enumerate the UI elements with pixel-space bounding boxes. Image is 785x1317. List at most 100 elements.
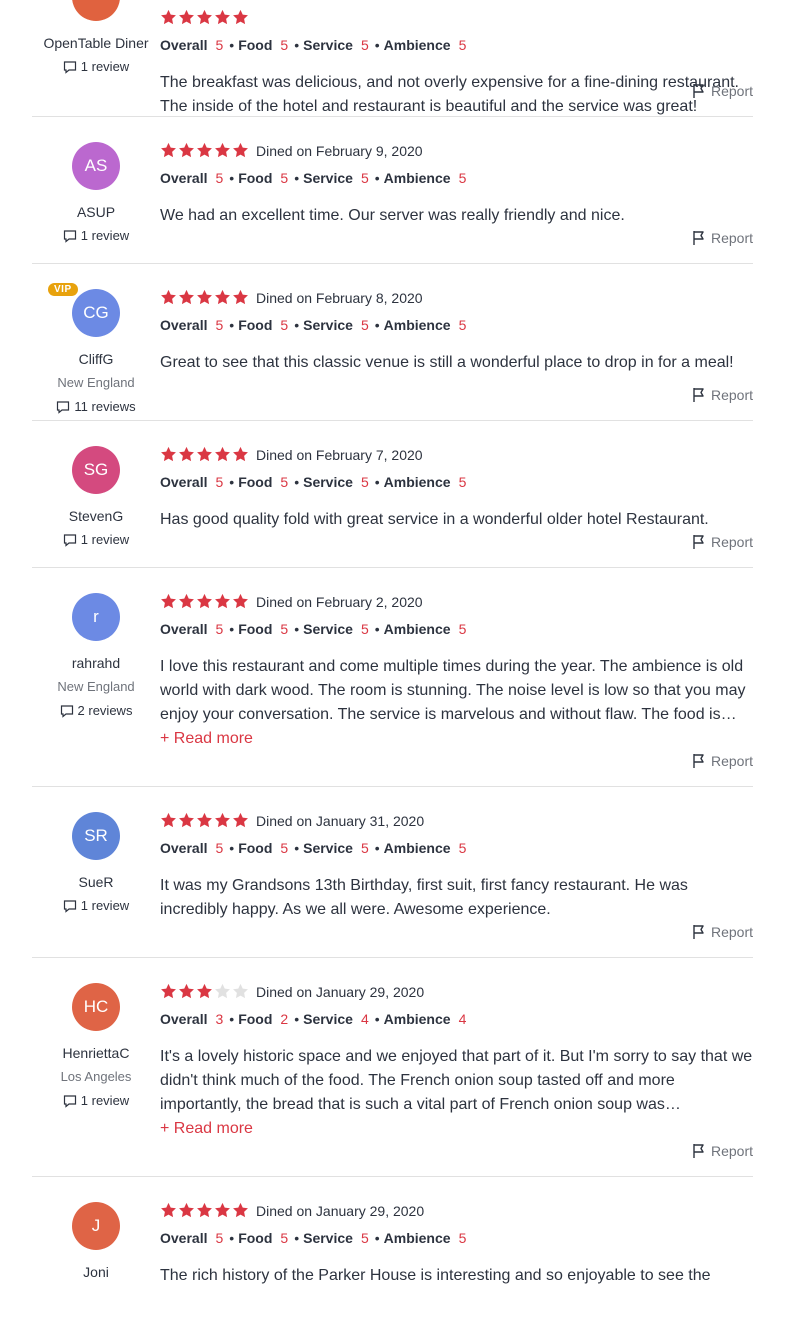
rating-breakdown: Overall 5 • Food 5 • Service 5 • Ambience 5 xyxy=(160,472,753,492)
separator: • xyxy=(374,840,380,856)
overall-value: 5 xyxy=(215,1230,224,1246)
separator: • xyxy=(229,1230,235,1246)
star-icon xyxy=(215,446,230,462)
food-label: Food xyxy=(238,1230,273,1246)
report-button[interactable]: Report xyxy=(691,228,753,248)
reviewer-info: OpenTable Diner 1 review xyxy=(32,0,160,77)
reviewer-info: HC HenriettaC Los Angeles 1 review xyxy=(32,983,160,1111)
review-text: Great to see that this classic venue is … xyxy=(160,354,734,371)
star-icon xyxy=(215,1202,230,1218)
star-icon xyxy=(233,1202,248,1218)
star-icon xyxy=(161,446,176,462)
star-icon xyxy=(179,9,194,25)
star-icon xyxy=(179,1202,194,1218)
review-card: SR SueR 1 review Dined on January 31, 2020 O… xyxy=(32,787,753,958)
overall-label: Overall xyxy=(160,1011,208,1027)
report-button[interactable]: Report xyxy=(691,532,753,552)
separator: • xyxy=(229,1011,235,1027)
star-icon xyxy=(215,983,230,999)
star-icon xyxy=(233,289,248,305)
separator: • xyxy=(374,37,380,53)
overall-label: Overall xyxy=(160,317,208,333)
avatar[interactable] xyxy=(72,0,120,21)
service-label: Service xyxy=(303,170,353,186)
report-button[interactable]: Report xyxy=(691,922,753,942)
review-text: The breakfast was delicious, and not ove… xyxy=(160,74,739,115)
reviewer-name: OpenTable Diner xyxy=(43,35,149,51)
reviewer-info: CG VIP CliffG New England 11 reviews xyxy=(32,283,160,417)
star-icon xyxy=(161,9,176,25)
vip-badge: VIP xyxy=(48,283,78,296)
avatar[interactable]: SG xyxy=(72,446,120,494)
review-body: Dined on February 9, 2020 Overall 5 • Food 5 •… xyxy=(160,141,753,228)
separator: • xyxy=(229,621,235,637)
star-rating xyxy=(160,445,250,465)
read-more-link[interactable]: + Read more xyxy=(160,727,753,751)
separator: • xyxy=(294,317,300,333)
star-icon xyxy=(233,9,248,25)
reviewer-name: SueR xyxy=(78,874,114,890)
star-icon xyxy=(215,812,230,828)
overall-label: Overall xyxy=(160,1230,208,1246)
ambience-value: 5 xyxy=(458,317,467,333)
star-icon xyxy=(197,289,212,305)
avatar[interactable]: AS xyxy=(72,142,120,190)
star-icon xyxy=(161,289,176,305)
report-button[interactable]: Report xyxy=(691,751,753,771)
review-count: 1 review xyxy=(32,896,160,916)
reviewer-location: New England xyxy=(57,375,135,390)
flag-icon xyxy=(691,1143,711,1159)
report-button[interactable]: Report xyxy=(691,385,753,405)
star-icon xyxy=(179,446,194,462)
rating-breakdown: Overall 5 • Food 5 • Service 5 • Ambience 5 xyxy=(160,838,753,858)
report-button[interactable]: Report xyxy=(691,81,753,101)
flag-icon xyxy=(691,534,711,550)
separator: • xyxy=(294,1011,300,1027)
food-value: 5 xyxy=(280,1230,289,1246)
avatar[interactable]: SR xyxy=(72,812,120,860)
avatar[interactable]: CG xyxy=(72,289,120,337)
ambience-value: 5 xyxy=(458,474,467,490)
ambience-label: Ambience xyxy=(383,37,451,53)
star-icon xyxy=(233,983,248,999)
star-icon xyxy=(197,983,212,999)
review-card: SG StevenG 1 review Dined on February 7, 20… xyxy=(32,421,753,568)
flag-icon xyxy=(691,753,711,769)
separator: • xyxy=(374,621,380,637)
ambience-value: 5 xyxy=(458,1230,467,1246)
overall-value: 5 xyxy=(215,317,224,333)
ambience-label: Ambience xyxy=(383,317,451,333)
report-button[interactable]: Report xyxy=(691,1141,753,1161)
service-label: Service xyxy=(303,474,353,490)
reviewer-name: StevenG xyxy=(68,508,124,524)
overall-label: Overall xyxy=(160,621,208,637)
review-body: Dined on January 29, 2020 Overall 3 • Food 2 •… xyxy=(160,982,753,1141)
review-body: Overall 5 • Food 5 • Service 5 • Ambience 5 The bre… xyxy=(160,8,753,119)
ambience-value: 5 xyxy=(458,170,467,186)
review-text: I love this restaurant and come multiple… xyxy=(160,658,746,723)
dined-date: Dined on January 31, 2020 xyxy=(256,813,425,829)
flag-icon xyxy=(691,387,711,403)
read-more-link[interactable]: + Read more xyxy=(160,1117,753,1141)
avatar[interactable]: r xyxy=(72,593,120,641)
reviewer-info: AS ASUP 1 review xyxy=(32,142,160,246)
comment-icon xyxy=(63,898,81,913)
review-card: HC HenriettaC Los Angeles 1 review Dined on … xyxy=(32,958,753,1177)
star-icon xyxy=(197,9,212,25)
food-value: 5 xyxy=(280,840,289,856)
ambience-label: Ambience xyxy=(383,621,451,637)
star-icon xyxy=(215,142,230,158)
review-count: 1 review xyxy=(32,226,160,246)
avatar[interactable]: HC xyxy=(72,983,120,1031)
separator: • xyxy=(229,317,235,333)
star-rating xyxy=(160,811,250,831)
review-count: 1 review xyxy=(32,1091,160,1111)
service-label: Service xyxy=(303,621,353,637)
food-value: 5 xyxy=(280,621,289,637)
dined-date: Dined on February 8, 2020 xyxy=(256,290,423,306)
service-value: 5 xyxy=(360,621,369,637)
rating-breakdown: Overall 5 • Food 5 • Service 5 • Ambience 5 xyxy=(160,1228,753,1248)
review-card: OpenTable Diner 1 review Overall 5 • Food 5 • Se… xyxy=(32,0,753,117)
service-label: Service xyxy=(303,317,353,333)
avatar[interactable]: J xyxy=(72,1202,120,1250)
